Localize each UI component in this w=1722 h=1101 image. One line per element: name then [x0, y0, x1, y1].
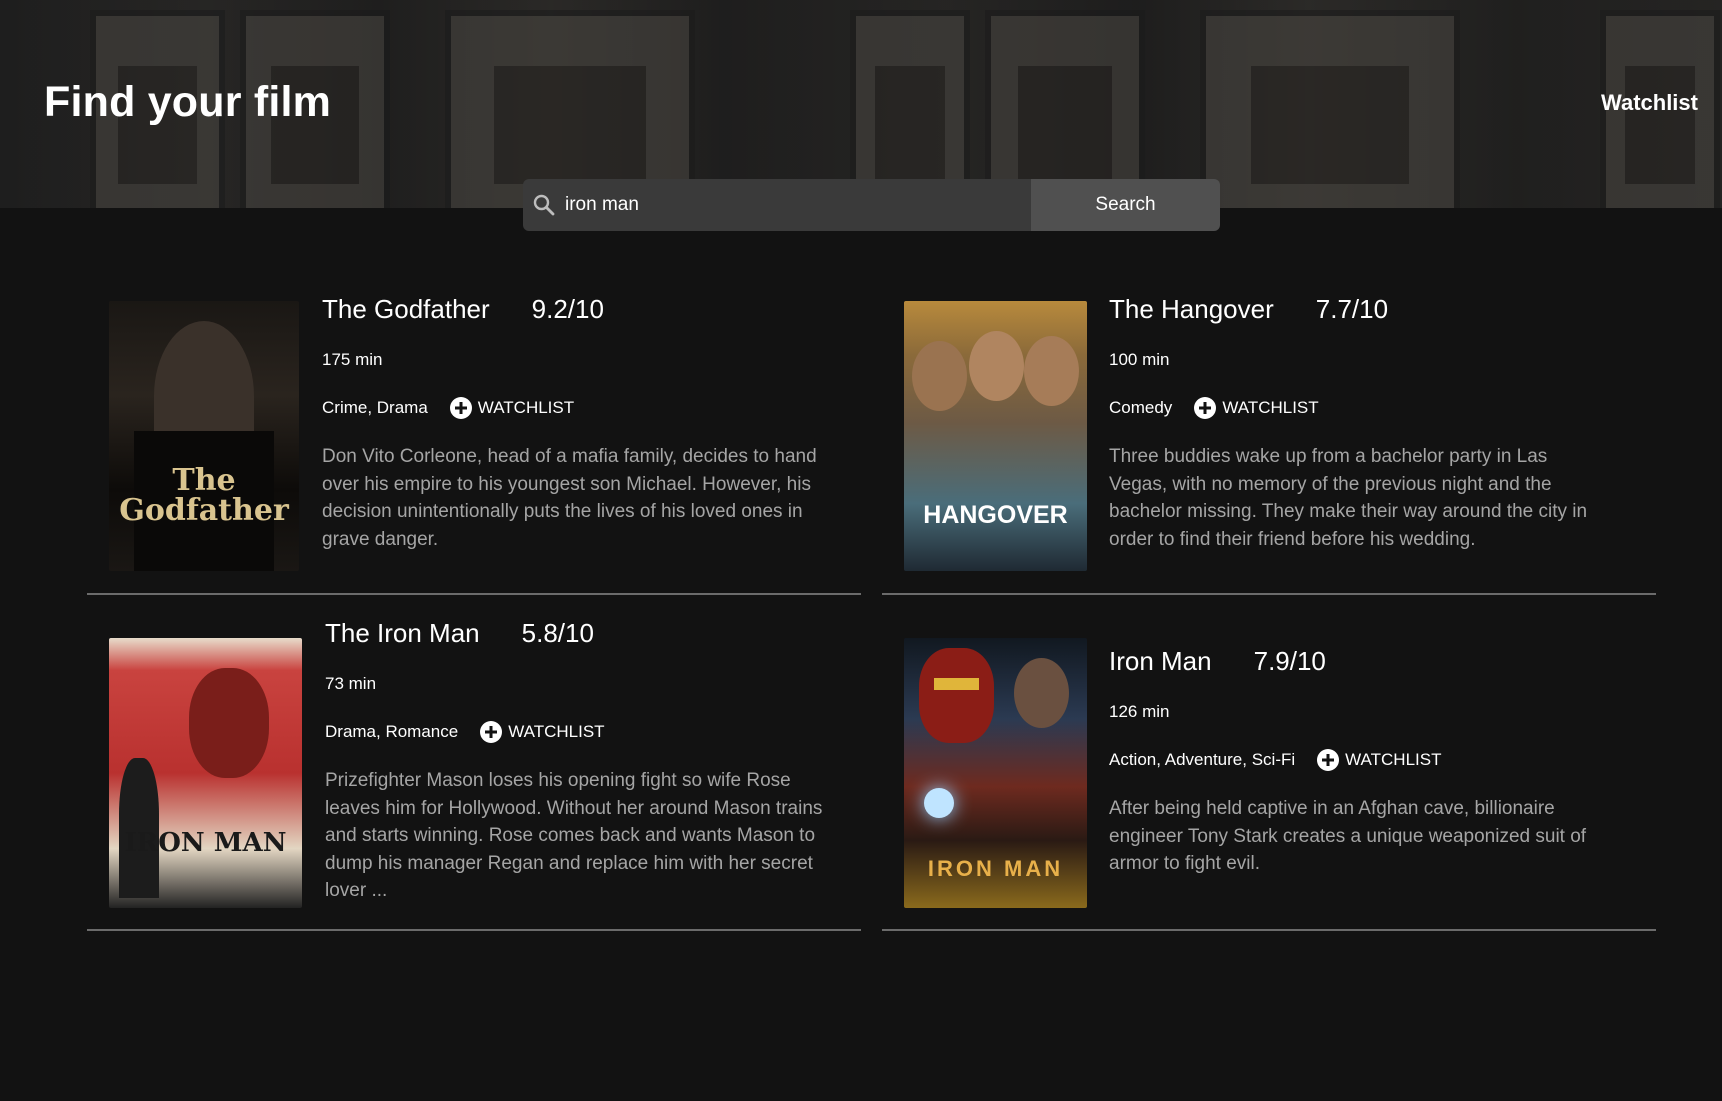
search-field	[523, 179, 1031, 231]
search-icon	[527, 188, 561, 222]
movie-rating: 5.8/10	[521, 618, 594, 648]
movie-info: The Iron Man 5.8/10 73 min Drama, Romanc…	[325, 618, 825, 905]
movie-runtime: 175 min	[322, 350, 383, 369]
movie-description: Prizefighter Mason loses his opening fig…	[325, 770, 823, 901]
add-to-watchlist-button[interactable]: WATCHLIST	[1317, 749, 1441, 771]
movie-description: Three buddies wake up from a bachelor pa…	[1109, 446, 1588, 550]
search-input[interactable]	[561, 194, 1031, 216]
movie-title[interactable]: The Iron Man	[325, 618, 480, 649]
movie-info: The Godfather 9.2/10 175 min Crime, Dram…	[322, 294, 822, 553]
movie-poster[interactable]: IRON MAN	[109, 638, 302, 908]
movie-poster[interactable]: IRON MAN	[904, 638, 1087, 908]
search-button[interactable]: Search	[1031, 179, 1220, 231]
add-to-watchlist-button[interactable]: WATCHLIST	[480, 721, 605, 743]
movie-runtime: 126 min	[1109, 702, 1170, 721]
movie-title[interactable]: The Godfather	[322, 294, 490, 325]
watchlist-label: WATCHLIST	[1222, 398, 1319, 417]
add-to-watchlist-button[interactable]: WATCHLIST	[1194, 397, 1319, 419]
movie-genres: Drama, Romance	[325, 722, 459, 741]
movie-genres: Action, Adventure, Sci-Fi	[1109, 750, 1296, 769]
movie-card: IRON MAN The Iron Man 5.8/10 73 min Dram…	[87, 618, 861, 931]
watchlist-label: WATCHLIST	[477, 398, 575, 417]
plus-circle-icon	[1194, 397, 1217, 419]
background-poster	[1200, 10, 1460, 208]
movie-description: After being held captive in an Afghan ca…	[1109, 798, 1587, 874]
movie-poster[interactable]: HANGOVER	[904, 301, 1087, 571]
movie-info: Iron Man 7.9/10 126 min Action, Adventur…	[1109, 646, 1609, 878]
movie-title[interactable]: Iron Man	[1109, 646, 1212, 677]
movie-rating: 7.7/10	[1315, 294, 1389, 324]
movie-card: The Godfather The Godfather 9.2/10 175 m…	[87, 294, 861, 595]
movie-title[interactable]: The Hangover	[1109, 294, 1274, 325]
plus-circle-icon	[1317, 749, 1340, 771]
search-bar: Search	[523, 179, 1220, 231]
movie-runtime: 73 min	[325, 674, 377, 693]
movie-rating: 7.9/10	[1253, 646, 1326, 676]
movie-genres: Comedy	[1109, 398, 1173, 417]
movie-info: The Hangover 7.7/10 100 min Comedy WATCH…	[1109, 294, 1609, 553]
movie-description: Don Vito Corleone, head of a mafia famil…	[322, 446, 817, 550]
watchlist-label: WATCHLIST	[508, 722, 605, 741]
plus-circle-icon	[480, 721, 503, 743]
movie-genres: Crime, Drama	[322, 398, 428, 417]
nav-watchlist-link[interactable]: Watchlist	[1601, 90, 1698, 116]
movie-runtime: 100 min	[1109, 350, 1170, 369]
page-title: Find your film	[44, 78, 332, 126]
movie-card: HANGOVER The Hangover 7.7/10 100 min Com…	[882, 294, 1656, 595]
movie-card: IRON MAN Iron Man 7.9/10 126 min Action,…	[882, 618, 1656, 931]
movie-rating: 9.2/10	[531, 294, 604, 324]
add-to-watchlist-button[interactable]: WATCHLIST	[449, 397, 575, 419]
movie-poster[interactable]: The Godfather	[109, 301, 299, 571]
plus-circle-icon	[449, 397, 472, 419]
watchlist-label: WATCHLIST	[1345, 750, 1442, 769]
hero-banner: Find your film Watchlist	[0, 0, 1722, 208]
